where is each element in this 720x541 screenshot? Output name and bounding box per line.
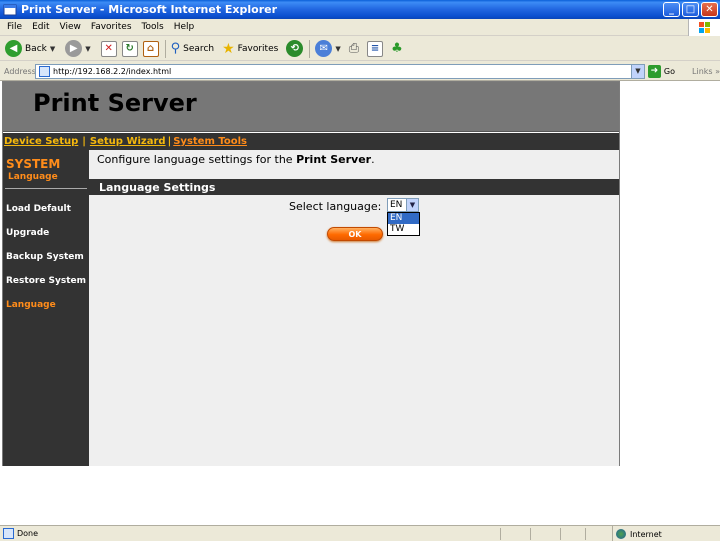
forward-button[interactable]: ▶ ▼ <box>65 40 91 57</box>
menu-file[interactable]: File <box>7 22 22 32</box>
security-zone: Internet <box>612 526 720 541</box>
language-select[interactable]: EN ▼ <box>387 198 419 212</box>
menu-tools[interactable]: Tools <box>142 22 164 32</box>
language-option-tw[interactable]: TW <box>388 224 419 235</box>
messenger-button[interactable]: ♣ <box>391 41 403 56</box>
status-divider <box>530 528 531 540</box>
star-icon: ★ <box>222 40 235 57</box>
stop-button[interactable]: ✕ <box>100 40 117 57</box>
chevron-down-icon: ▼ <box>335 44 341 53</box>
windows-logo-icon <box>688 19 720 36</box>
zone-label: Internet <box>630 529 662 539</box>
edit-page-icon: ≡ <box>367 40 384 57</box>
globe-icon <box>616 529 626 539</box>
language-options-list: EN TW <box>387 212 420 236</box>
refresh-button[interactable]: ↻ <box>121 40 138 57</box>
address-input[interactable]: http://192.168.2.2/index.html ▼ <box>35 63 645 79</box>
page-description: Configure language settings for the Prin… <box>97 153 375 166</box>
close-button[interactable]: ✕ <box>701 2 718 17</box>
menu-favorites[interactable]: Favorites <box>91 22 132 32</box>
nav-device-setup[interactable]: Device Setup <box>4 136 78 147</box>
language-option-en[interactable]: EN <box>388 213 419 224</box>
status-divider <box>560 528 561 540</box>
select-language-label: Select language: <box>289 200 382 213</box>
page-icon <box>3 528 14 539</box>
search-button[interactable]: ⚲ Search <box>171 41 214 56</box>
back-arrow-icon: ◀ <box>5 40 22 57</box>
sidebar-item-load-default[interactable]: Load Default <box>6 204 71 214</box>
menu-view[interactable]: View <box>60 22 81 32</box>
toolbar: ◀ Back ▼ ▶ ▼ ✕ ↻ ⌂ ⚲ Search ★ Favorites … <box>0 37 720 61</box>
nav-separator: | <box>167 136 172 147</box>
window-title-bar[interactable]: Print Server - Microsoft Internet Explor… <box>0 0 720 19</box>
ok-button[interactable]: OK <box>327 227 383 241</box>
home-button[interactable]: ⌂ <box>142 40 159 57</box>
mail-button[interactable]: ✉ ▼ <box>315 40 341 57</box>
stop-icon: ✕ <box>100 40 117 57</box>
menu-bar: File Edit View Favorites Tools Help <box>0 19 720 36</box>
page-icon <box>39 65 50 77</box>
status-divider <box>585 528 586 540</box>
main-content: Configure language settings for the Prin… <box>89 150 619 466</box>
print-button[interactable]: ⎙ <box>349 41 359 56</box>
history-icon: ⟲ <box>286 40 304 57</box>
sidebar-item-backup-system[interactable]: Backup System <box>6 252 84 262</box>
chevron-down-icon: ▼ <box>49 44 56 53</box>
maximize-button[interactable]: □ <box>682 2 699 17</box>
mail-icon: ✉ <box>315 40 333 57</box>
page-header: Print Server <box>3 82 619 132</box>
refresh-icon: ↻ <box>121 40 138 57</box>
nav-setup-wizard[interactable]: Setup Wizard <box>90 136 166 147</box>
sidebar-divider <box>5 188 87 189</box>
forward-arrow-icon: ▶ <box>65 40 83 57</box>
favorites-button[interactable]: ★ Favorites <box>222 41 278 57</box>
search-icon: ⚲ <box>170 41 181 56</box>
print-server-frame: Print Server Device Setup | Setup Wizard… <box>2 81 620 466</box>
chevron-down-icon[interactable]: ▼ <box>406 199 418 211</box>
nav-system-tools[interactable]: System Tools <box>173 136 247 147</box>
menu-help[interactable]: Help <box>174 22 195 32</box>
menu-edit[interactable]: Edit <box>32 22 49 32</box>
sidebar-item-restore-system[interactable]: Restore System <box>6 276 86 286</box>
sidebar-heading: SYSTEM <box>6 157 61 171</box>
back-button[interactable]: ◀ Back ▼ <box>5 40 55 57</box>
page-title: Print Server <box>33 89 197 117</box>
go-button[interactable]: ➜ Go <box>647 64 675 78</box>
language-select-value: EN <box>390 200 403 210</box>
history-button[interactable]: ⟲ <box>286 40 304 57</box>
address-url: http://192.168.2.2/index.html <box>53 66 172 76</box>
sidebar: SYSTEM Language Load Default Upgrade Bac… <box>3 150 89 466</box>
address-bar: Address http://192.168.2.2/index.html ▼ … <box>0 62 720 81</box>
home-icon: ⌂ <box>142 40 159 57</box>
toolbar-separator <box>309 39 311 58</box>
browser-viewport: Print Server Device Setup | Setup Wizard… <box>0 81 720 525</box>
sidebar-subheading: Language <box>8 172 58 182</box>
status-text: Done <box>17 529 39 538</box>
edit-button[interactable]: ≡ <box>367 40 384 57</box>
toolbar-separator <box>164 39 166 58</box>
address-label: Address <box>4 66 36 76</box>
nav-separator: | <box>82 136 86 147</box>
status-bar: Done Internet <box>0 525 720 541</box>
top-nav: Device Setup | Setup Wizard | System Too… <box>3 133 619 150</box>
messenger-icon: ♣ <box>391 41 403 56</box>
section-header: Language Settings <box>89 179 619 195</box>
sidebar-item-language[interactable]: Language <box>6 300 56 310</box>
links-button[interactable]: Links » <box>692 67 720 76</box>
sidebar-item-upgrade[interactable]: Upgrade <box>6 228 49 238</box>
window-title: Print Server - Microsoft Internet Explor… <box>21 3 278 16</box>
printer-icon: ⎙ <box>348 41 360 56</box>
status-divider <box>500 528 501 540</box>
chevron-down-icon: ▼ <box>85 44 91 53</box>
chevron-down-icon[interactable]: ▼ <box>630 64 644 78</box>
minimize-button[interactable]: _ <box>663 2 680 17</box>
go-arrow-icon: ➜ <box>647 64 661 78</box>
ie-icon <box>3 3 17 17</box>
